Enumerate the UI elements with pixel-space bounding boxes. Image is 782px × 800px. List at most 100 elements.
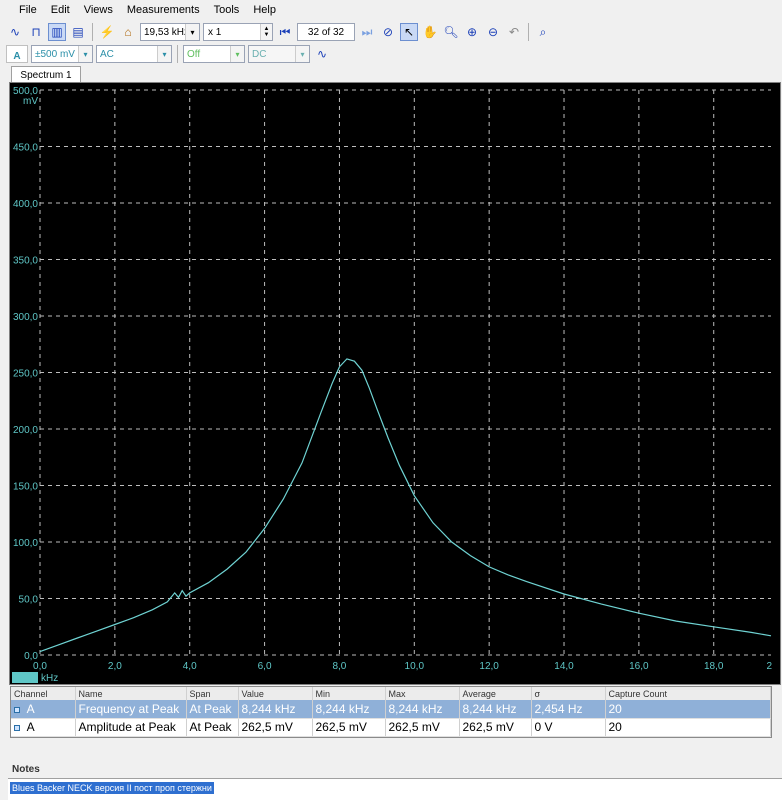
- dc-value: DC: [252, 48, 267, 60]
- coupling-select[interactable]: AC ▾: [96, 45, 172, 63]
- cell-channel: A: [26, 701, 35, 716]
- zoom-stepper[interactable]: x 1 ▲ ▼: [203, 23, 273, 41]
- y-tick-label: 50,0: [19, 595, 39, 606]
- header-span[interactable]: Span: [186, 687, 239, 700]
- y-axis-unit-label: mV: [23, 96, 38, 107]
- x-axis-unit-label: kHz: [41, 673, 58, 684]
- cell-name: Amplitude at Peak: [75, 718, 187, 737]
- timebase-select[interactable]: 19,53 kHz ▾: [140, 23, 200, 41]
- range-value: ±500 mV: [35, 48, 75, 60]
- main-toolbar: ∿ ⊓ ▥ ▤ ⚡ ⌂ 19,53 kHz ▾ x 1 ▲ ▼ ⏮ 32 of 3…: [0, 21, 782, 43]
- cell-span: At Peak: [186, 718, 239, 737]
- tab-label: Spectrum 1: [20, 69, 72, 81]
- chevron-down-icon: ▾: [230, 46, 244, 62]
- channel-toolbar: A ±500 mV ▾ AC ▾ Off ▾ DC ▾ ∿: [0, 43, 782, 65]
- first-capture-icon[interactable]: ⏮: [276, 23, 294, 41]
- x-tick-label: 14,0: [554, 661, 574, 672]
- measurements-table: Channel Name Span Value Min Max Average …: [10, 686, 772, 738]
- filter-select[interactable]: Off ▾: [183, 45, 245, 63]
- scope-mode-icon[interactable]: ∿: [6, 23, 24, 41]
- header-capture-count[interactable]: Capture Count: [605, 687, 771, 700]
- channel-a-label: A: [13, 51, 21, 62]
- toolbar-separator: [177, 45, 178, 63]
- chevron-down-icon: ▾: [185, 24, 199, 40]
- cell-max: 262,5 mV: [385, 718, 460, 737]
- header-max[interactable]: Max: [385, 687, 460, 700]
- home-icon[interactable]: ⌂: [119, 23, 137, 41]
- cell-min: 8,244 kHz: [312, 700, 386, 719]
- zoom-out-icon[interactable]: ⊖: [484, 23, 502, 41]
- x-tick-label: 0,0: [33, 661, 47, 672]
- channel-a-button[interactable]: A: [6, 45, 28, 63]
- row-marker-icon: [14, 725, 20, 731]
- range-select[interactable]: ±500 mV ▾: [31, 45, 93, 63]
- cell-channel: A: [26, 720, 35, 734]
- menu-bar: File Edit Views Measurements Tools Help: [0, 0, 782, 20]
- notes-field[interactable]: Blues Backer NECK версия II пост проп ст…: [8, 778, 782, 800]
- cell-name: Frequency at Peak: [75, 700, 187, 719]
- tab-spectrum-1[interactable]: Spectrum 1: [11, 66, 81, 83]
- header-sigma[interactable]: σ: [531, 687, 606, 700]
- x-tick-label: 6,0: [258, 661, 272, 672]
- menu-tools[interactable]: Tools: [207, 0, 247, 20]
- y-tick-label: 400,0: [13, 199, 38, 210]
- x-tick-label: 4,0: [183, 661, 197, 672]
- toolbar-separator: [528, 23, 529, 41]
- next-capture-icon[interactable]: ⏭: [358, 23, 376, 41]
- table-row[interactable]: A Amplitude at Peak At Peak 262,5 mV 262…: [11, 718, 771, 737]
- cell-sigma: 0 V: [531, 718, 606, 737]
- menu-views[interactable]: Views: [77, 0, 120, 20]
- compass-icon[interactable]: ⊘: [379, 23, 397, 41]
- menu-edit[interactable]: Edit: [44, 0, 77, 20]
- dc-select[interactable]: DC ▾: [248, 45, 310, 63]
- auto-setup-icon[interactable]: ⚡: [98, 23, 116, 41]
- cell-min: 262,5 mV: [312, 718, 386, 737]
- cell-capture-count: 20: [605, 718, 771, 737]
- spectrum-mode-icon[interactable]: ▥: [48, 23, 66, 41]
- channel-options-icon[interactable]: ∿: [313, 45, 331, 63]
- spectrum-persistence-icon[interactable]: ▤: [69, 23, 87, 41]
- x-tick-label: 16,0: [629, 661, 649, 672]
- table-row[interactable]: A Frequency at Peak At Peak 8,244 kHz 8,…: [11, 700, 771, 719]
- hand-pan-icon[interactable]: ✋: [421, 23, 439, 41]
- cell-average: 8,244 kHz: [459, 700, 532, 719]
- x-tick-label: 10,0: [405, 661, 425, 672]
- cell-average: 262,5 mV: [459, 718, 532, 737]
- cell-span: At Peak: [186, 700, 239, 719]
- chevron-down-icon: ▾: [295, 46, 309, 62]
- header-name[interactable]: Name: [75, 687, 187, 700]
- header-channel[interactable]: Channel: [11, 687, 76, 700]
- measurements-header: Channel Name Span Value Min Max Average …: [11, 687, 771, 700]
- notes-text: Blues Backer NECK версия II пост проп ст…: [10, 782, 214, 794]
- filter-value: Off: [187, 48, 201, 60]
- timebase-value: 19,53 kHz: [144, 26, 190, 38]
- toolbar-separator: [92, 23, 93, 41]
- zoom-icon[interactable]: 🔍︎: [442, 23, 460, 41]
- y-tick-label: 100,0: [13, 538, 38, 549]
- chevron-down-icon: ▾: [157, 46, 171, 62]
- header-average[interactable]: Average: [459, 687, 532, 700]
- zoom-fit-icon[interactable]: ⌕: [534, 23, 552, 41]
- row-marker-icon: [14, 706, 20, 713]
- cell-max: 8,244 kHz: [385, 700, 460, 719]
- menu-measurements[interactable]: Measurements: [120, 0, 207, 20]
- x-tick-label: 2,0: [108, 661, 122, 672]
- chart-svg: 0,0 50,0 100,0 150,0 200,0 250,0 300,0 350,0 400…: [12, 86, 772, 684]
- x-tick-label: 2: [766, 661, 772, 672]
- persistence-mode-icon[interactable]: ⊓: [27, 23, 45, 41]
- y-tick-label: 200,0: [13, 425, 38, 436]
- header-min[interactable]: Min: [312, 687, 386, 700]
- zoom-in-icon[interactable]: ⊕: [463, 23, 481, 41]
- capture-position-field[interactable]: 32 of 32: [297, 23, 355, 41]
- menu-file[interactable]: File: [12, 0, 44, 20]
- coupling-value: AC: [100, 48, 114, 60]
- row-channel-cell: A: [11, 700, 76, 719]
- spectrum-series-line: [39, 358, 772, 653]
- undo-zoom-icon[interactable]: ↶: [505, 23, 523, 41]
- spectrum-chart[interactable]: 0,0 50,0 100,0 150,0 200,0 250,0 300,0 350,0 400…: [9, 82, 781, 685]
- menu-help[interactable]: Help: [246, 0, 283, 20]
- header-value[interactable]: Value: [238, 687, 313, 700]
- y-tick-label: 350,0: [13, 256, 38, 267]
- pointer-icon[interactable]: ↖: [400, 23, 418, 41]
- cell-value: 8,244 kHz: [238, 700, 313, 719]
